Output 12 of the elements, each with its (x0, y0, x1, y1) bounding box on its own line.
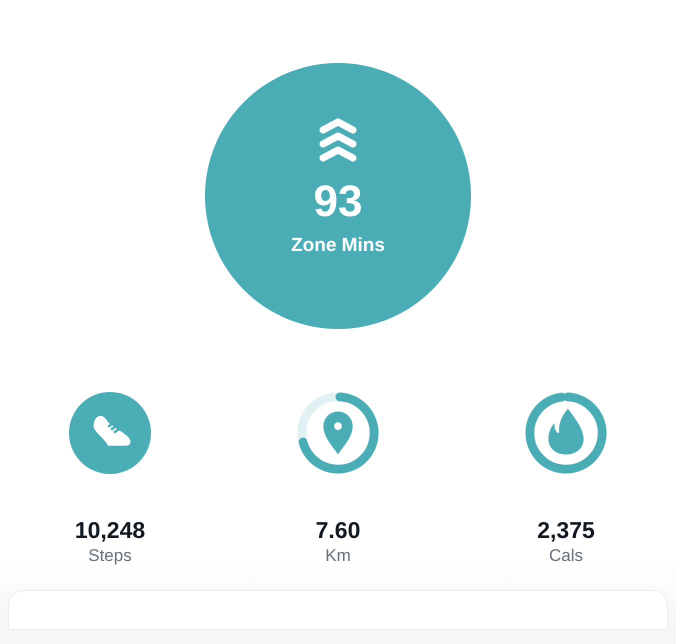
stat-label: Km (325, 545, 351, 568)
zone-minutes-label: Zone Mins (291, 234, 385, 258)
shoe-icon (94, 416, 130, 446)
stat-label: Cals (548, 545, 583, 568)
stat-value: 7.60 (316, 518, 360, 544)
zone-minutes-value: 93 (314, 180, 362, 224)
chevrons-icon (318, 118, 358, 164)
stat-value: 2,375 (537, 518, 595, 544)
stat-label: Steps (88, 545, 132, 568)
flame-icon (548, 408, 584, 454)
stat-value: 10,248 (74, 518, 146, 544)
location-pin-icon (323, 412, 353, 454)
